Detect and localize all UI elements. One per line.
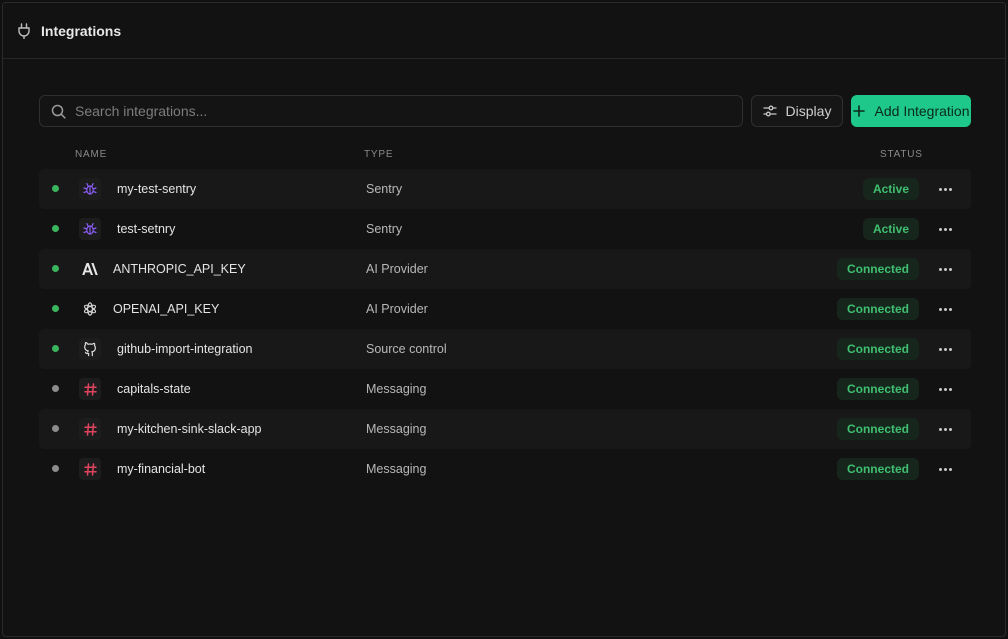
status-badge: Connected [836, 298, 919, 320]
status-badge: Connected [836, 378, 919, 400]
status-badge: Active [862, 178, 919, 200]
column-header-name: NAME [75, 149, 108, 160]
dot-icon [948, 427, 952, 431]
integration-row-2[interactable]: ANTHROPIC_API_KEY AI Provider Connected [39, 249, 971, 289]
integration-type: Source control [366, 342, 447, 356]
dot-icon [938, 387, 942, 391]
github-icon [79, 338, 101, 360]
bug-icon [79, 178, 101, 200]
status-badge: Active [862, 218, 919, 240]
dot-icon [943, 307, 947, 311]
integration-row-3[interactable]: OPENAI_API_KEY AI Provider Connected [39, 289, 971, 329]
status-dot [52, 465, 59, 472]
integration-name: capitals-state [117, 382, 191, 396]
integration-type: Messaging [366, 382, 427, 396]
integration-type: Messaging [366, 462, 427, 476]
status-dot [52, 425, 59, 432]
more-options-button[interactable] [935, 299, 955, 319]
dot-icon [948, 227, 952, 231]
dot-icon [943, 267, 947, 271]
dot-icon [948, 387, 952, 391]
dot-icon [948, 307, 952, 311]
integration-type: Sentry [366, 222, 403, 236]
search-input[interactable] [75, 96, 742, 126]
openai-icon [79, 298, 101, 320]
dot-icon [943, 387, 947, 391]
integration-name: OPENAI_API_KEY [113, 302, 220, 316]
status-dot [52, 305, 59, 312]
integration-name: my-financial-bot [117, 462, 206, 476]
integration-type: Sentry [366, 182, 403, 196]
integration-type: AI Provider [366, 262, 428, 276]
status-badge: Connected [836, 458, 919, 480]
dot-icon [943, 347, 947, 351]
more-options-button[interactable] [935, 339, 955, 359]
more-options-button[interactable] [935, 459, 955, 479]
integrations-list: my-test-sentry Sentry Active test-setnry… [39, 169, 971, 489]
search-icon [51, 104, 66, 119]
bug-icon [79, 218, 101, 240]
status-dot [52, 225, 59, 232]
integration-name: github-import-integration [117, 342, 253, 356]
plus-icon [852, 105, 865, 117]
display-button[interactable]: Display [751, 95, 843, 127]
dot-icon [938, 427, 942, 431]
toolbar: Display Add Integration [39, 95, 971, 127]
status-badge: Connected [836, 338, 919, 360]
more-options-button[interactable] [935, 379, 955, 399]
integration-type: AI Provider [366, 302, 428, 316]
status-badge: Connected [836, 418, 919, 440]
integration-type: Messaging [366, 422, 427, 436]
dot-icon [938, 467, 942, 471]
hash-icon [79, 378, 101, 400]
hash-icon [79, 418, 101, 440]
integration-row-7[interactable]: my-financial-bot Messaging Connected [39, 449, 971, 489]
integration-name: my-kitchen-sink-slack-app [117, 422, 262, 436]
add-integration-label: Add Integration [874, 103, 970, 119]
more-options-button[interactable] [935, 259, 955, 279]
integration-row-1[interactable]: test-setnry Sentry Active [39, 209, 971, 249]
dot-icon [943, 227, 947, 231]
status-dot [52, 345, 59, 352]
dot-icon [943, 467, 947, 471]
integration-name: test-setnry [117, 222, 176, 236]
more-options-button[interactable] [935, 179, 955, 199]
integration-name: my-test-sentry [117, 182, 197, 196]
more-options-button[interactable] [935, 219, 955, 239]
integration-row-4[interactable]: github-import-integration Source control… [39, 329, 971, 369]
panel-header: Integrations [3, 3, 1005, 59]
dot-icon [948, 467, 952, 471]
status-badge: Connected [836, 258, 919, 280]
column-header-type: TYPE [364, 149, 394, 160]
anthropic-icon [79, 258, 101, 280]
search-box[interactable] [39, 95, 743, 127]
add-integration-button[interactable]: Add Integration [851, 95, 971, 127]
dot-icon [938, 227, 942, 231]
dot-icon [938, 267, 942, 271]
display-label: Display [785, 103, 832, 119]
plug-icon [17, 22, 31, 39]
status-dot [52, 385, 59, 392]
dot-icon [938, 187, 942, 191]
status-dot [52, 185, 59, 192]
dot-icon [943, 187, 947, 191]
column-header-status: STATUS [880, 149, 923, 160]
dot-icon [948, 187, 952, 191]
dot-icon [943, 427, 947, 431]
dot-icon [938, 347, 942, 351]
integration-name: ANTHROPIC_API_KEY [113, 262, 246, 276]
integration-row-5[interactable]: capitals-state Messaging Connected [39, 369, 971, 409]
integration-row-0[interactable]: my-test-sentry Sentry Active [39, 169, 971, 209]
integration-row-6[interactable]: my-kitchen-sink-slack-app Messaging Conn… [39, 409, 971, 449]
dot-icon [938, 307, 942, 311]
hash-icon [79, 458, 101, 480]
dot-icon [948, 267, 952, 271]
dot-icon [948, 347, 952, 351]
sliders-icon [762, 104, 777, 118]
status-dot [52, 265, 59, 272]
more-options-button[interactable] [935, 419, 955, 439]
page-title: Integrations [41, 22, 122, 39]
integrations-panel: Integrations Display [2, 2, 1006, 637]
